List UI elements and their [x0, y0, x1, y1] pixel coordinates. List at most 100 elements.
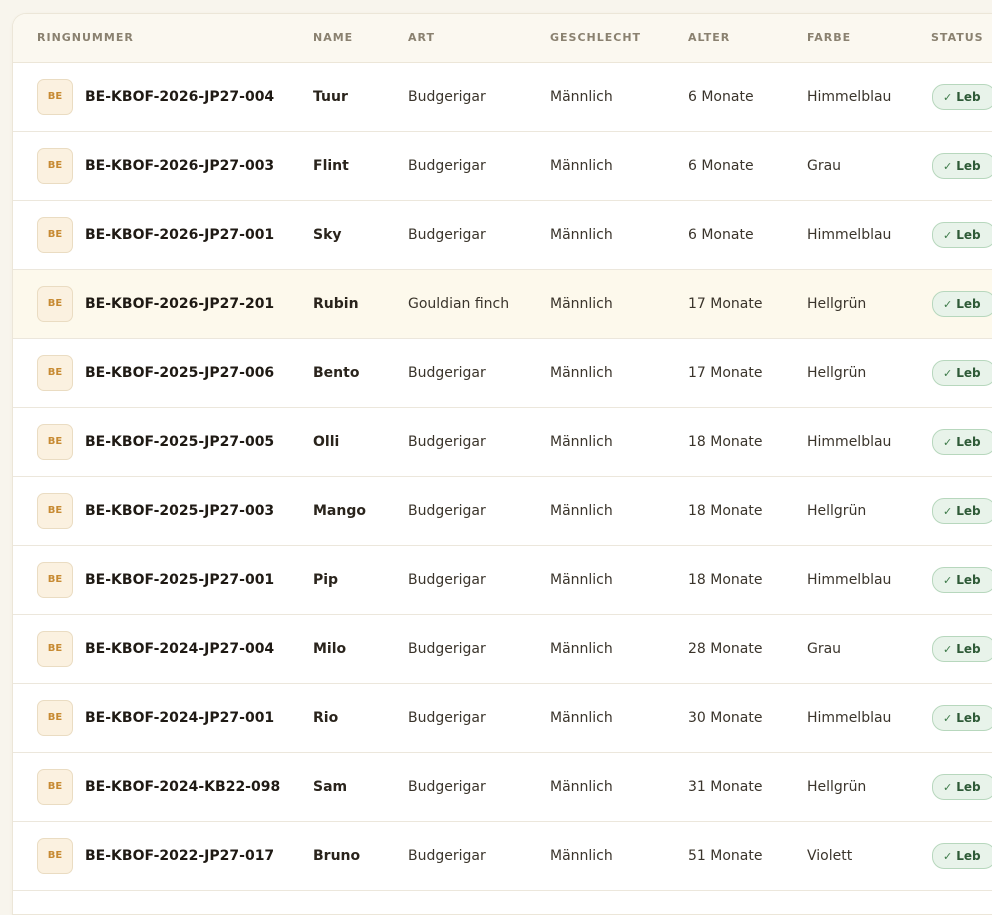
bird-name: Flint	[313, 158, 349, 174]
bird-sex: Männlich	[550, 365, 613, 381]
bird-name: Milo	[313, 641, 347, 657]
check-icon: ✓	[943, 91, 953, 104]
ring-number[interactable]: BE-KBOF-2026-JP27-201	[85, 270, 274, 338]
bird-age: 18 Monate	[688, 572, 763, 588]
country-badge: BE	[37, 769, 73, 805]
table-row[interactable]: BE BE-KBOF-2026-JP27-003 Flint Budgeriga…	[13, 132, 992, 201]
status-label: Leb	[956, 90, 981, 104]
table-row[interactable]: BE BE-KBOF-2025-JP27-005 Olli Budgerigar…	[13, 408, 992, 477]
bird-age: 6 Monate	[688, 158, 754, 174]
bird-age: 18 Monate	[688, 434, 763, 450]
bird-sex: Männlich	[550, 710, 613, 726]
bird-species: Budgerigar	[408, 365, 486, 381]
country-badge: BE	[37, 148, 73, 184]
table-row[interactable]: BE BE-KBOF-2024-KB22-098 Sam Budgerigar …	[13, 753, 992, 822]
bird-color: Hellgrün	[807, 365, 867, 381]
bird-species: Budgerigar	[408, 158, 486, 174]
bird-sex: Männlich	[550, 641, 613, 657]
status-label: Leb	[956, 504, 981, 518]
bird-age: 28 Monate	[688, 641, 763, 657]
check-icon: ✓	[943, 505, 953, 518]
column-header-ring[interactable]: RINGNUMMER	[37, 14, 134, 62]
check-icon: ✓	[943, 850, 953, 863]
status-label: Leb	[956, 435, 981, 449]
ring-number[interactable]: BE-KBOF-2026-JP27-001	[85, 201, 274, 269]
ring-number[interactable]: BE-KBOF-2024-KB22-098	[85, 753, 280, 821]
ring-number[interactable]: BE-KBOF-2025-JP27-006	[85, 339, 274, 407]
bird-table: RINGNUMMER NAME ART GESCHLECHT ALTER FAR…	[12, 13, 992, 915]
bird-color: Himmelblau	[807, 89, 892, 105]
bird-color: Violett	[807, 848, 853, 864]
status-label: Leb	[956, 297, 981, 311]
status-badge: ✓ Leb	[932, 705, 992, 731]
status-label: Leb	[956, 711, 981, 725]
country-badge: BE	[37, 493, 73, 529]
table-row[interactable]: BE BE-KBOF-2025-JP27-006 Bento Budgeriga…	[13, 339, 992, 408]
bird-color: Hellgrün	[807, 779, 867, 795]
table-row[interactable]: BE BE-KBOF-2024-JP27-001 Rio Budgerigar …	[13, 684, 992, 753]
bird-name: Sky	[313, 227, 342, 243]
check-icon: ✓	[943, 160, 953, 173]
bird-species: Budgerigar	[408, 89, 486, 105]
bird-age: 17 Monate	[688, 296, 763, 312]
bird-name: Rubin	[313, 296, 359, 312]
bird-sex: Männlich	[550, 434, 613, 450]
status-badge: ✓ Leb	[932, 636, 992, 662]
column-header-name[interactable]: NAME	[313, 14, 353, 62]
bird-name: Bruno	[313, 848, 361, 864]
bird-sex: Männlich	[550, 89, 613, 105]
ring-number[interactable]: BE-KBOF-2026-JP27-003	[85, 132, 274, 200]
status-badge: ✓ Leb	[932, 567, 992, 593]
bird-sex: Männlich	[550, 503, 613, 519]
table-row[interactable]: BE BE-KBOF-2025-JP27-003 Mango Budgeriga…	[13, 477, 992, 546]
ring-number[interactable]: BE-KBOF-2025-JP27-003	[85, 477, 274, 545]
status-badge: ✓ Leb	[932, 498, 992, 524]
check-icon: ✓	[943, 643, 953, 656]
column-header-sex[interactable]: GESCHLECHT	[550, 14, 641, 62]
bird-age: 30 Monate	[688, 710, 763, 726]
bird-sex: Männlich	[550, 572, 613, 588]
check-icon: ✓	[943, 781, 953, 794]
bird-color: Grau	[807, 641, 842, 657]
status-badge: ✓ Leb	[932, 84, 992, 110]
table-row[interactable]: BE BE-KBOF-2025-JP27-001 Pip Budgerigar …	[13, 546, 992, 615]
table-row[interactable]: BE BE-KBOF-2026-JP27-004 Tuur Budgerigar…	[13, 63, 992, 132]
country-badge: BE	[37, 424, 73, 460]
ring-number[interactable]: BE-KBOF-2024-JP27-001	[85, 684, 274, 752]
ring-number[interactable]: BE-KBOF-2024-JP27-004	[85, 615, 274, 683]
table-header: RINGNUMMER NAME ART GESCHLECHT ALTER FAR…	[13, 14, 992, 63]
check-icon: ✓	[943, 298, 953, 311]
bird-sex: Männlich	[550, 848, 613, 864]
bird-name: Tuur	[313, 89, 348, 105]
bird-color: Himmelblau	[807, 227, 892, 243]
bird-age: 31 Monate	[688, 779, 763, 795]
ring-number[interactable]: BE-KBOF-2022-JP27-017	[85, 822, 274, 890]
column-header-status[interactable]: STATUS	[931, 14, 984, 62]
status-badge: ✓ Leb	[932, 291, 992, 317]
status-badge: ✓ Leb	[932, 429, 992, 455]
bird-species: Budgerigar	[408, 779, 486, 795]
table-row[interactable]: BE BE-KBOF-2022-JP27-017 Bruno Budgeriga…	[13, 822, 992, 891]
ring-number[interactable]: BE-KBOF-2025-JP27-001	[85, 546, 274, 614]
column-header-color[interactable]: FARBE	[807, 14, 851, 62]
bird-sex: Männlich	[550, 296, 613, 312]
column-header-age[interactable]: ALTER	[688, 14, 730, 62]
check-icon: ✓	[943, 367, 953, 380]
status-badge: ✓ Leb	[932, 843, 992, 869]
status-label: Leb	[956, 159, 981, 173]
bird-color: Himmelblau	[807, 572, 892, 588]
country-badge: BE	[37, 355, 73, 391]
country-badge: BE	[37, 700, 73, 736]
country-badge: BE	[37, 286, 73, 322]
table-row[interactable]: BE BE-KBOF-2026-JP27-201 Rubin Gouldian …	[13, 270, 992, 339]
bird-name: Sam	[313, 779, 348, 795]
table-row[interactable]: BE BE-KBOF-2026-JP27-001 Sky Budgerigar …	[13, 201, 992, 270]
bird-name: Pip	[313, 572, 339, 588]
column-header-art[interactable]: ART	[408, 14, 435, 62]
status-label: Leb	[956, 228, 981, 242]
ring-number[interactable]: BE-KBOF-2026-JP27-004	[85, 63, 274, 131]
country-badge: BE	[37, 217, 73, 253]
table-row[interactable]: BE BE-KBOF-2024-JP27-004 Milo Budgerigar…	[13, 615, 992, 684]
ring-number[interactable]: BE-KBOF-2025-JP27-005	[85, 408, 274, 476]
bird-species: Budgerigar	[408, 848, 486, 864]
